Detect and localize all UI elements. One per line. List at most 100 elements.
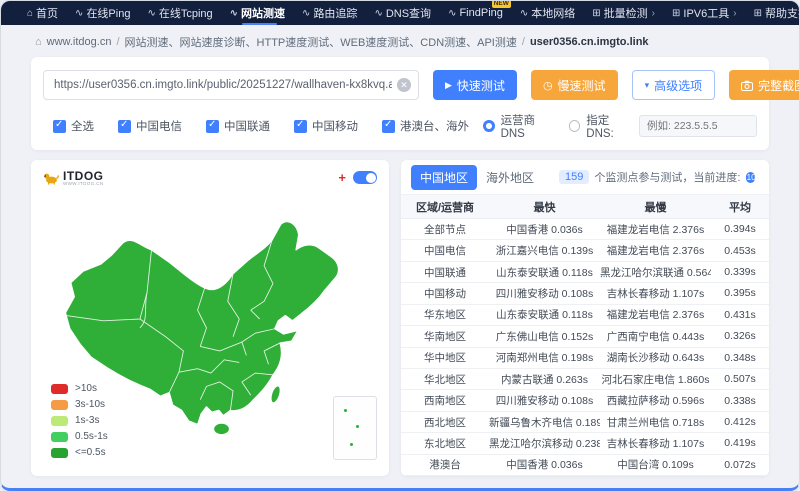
- table-row: 中国电信 浙江嘉兴电信 0.139s 福建龙岩电信 2.376s 0.453s: [401, 240, 769, 262]
- slowest-cell: 中国台湾 0.109s: [617, 459, 694, 472]
- nav-item-label: IPV6工具: [683, 8, 730, 20]
- breadcrumb-section[interactable]: 网站测速、网站速度诊断、HTTP速度测试、WEB速度测试、CDN测速、API测速: [125, 34, 517, 50]
- home-icon: ⌂: [27, 7, 34, 19]
- carrier-checkbox-中国联通[interactable]: 中国联通: [206, 118, 270, 134]
- slowest-cell: 甘肃兰州电信 0.718s: [606, 416, 705, 429]
- carrier-checkbox-港澳台、海外[interactable]: 港澳台、海外: [382, 118, 469, 134]
- carrier-checkbox-中国电信[interactable]: 中国电信: [118, 118, 182, 134]
- tab-china[interactable]: 中国地区: [411, 164, 478, 190]
- nav-item-帮助支持[interactable]: ⊞帮助支持›: [753, 1, 799, 25]
- custom-dns-radio[interactable]: [569, 120, 581, 132]
- region-cell: 中国联通: [424, 266, 466, 279]
- map-toggle[interactable]: [353, 171, 377, 184]
- carrier-checkboxes: 全选 中国电信 中国联通 中国移动 港澳台、海外: [43, 118, 483, 134]
- table-row: 港澳台 中国香港 0.036s 中国台湾 0.109s 0.072s: [401, 455, 769, 476]
- slowest-cell: 福建龙岩电信 2.376s: [606, 245, 705, 258]
- progress-bar: 100%: [746, 171, 755, 183]
- test-form-card: ✕ ▶ 快速测试 ◷ 慢速测试 ▾ 高级选项 完整截图: [31, 57, 799, 150]
- nav-item-label: 在线Ping: [86, 8, 131, 20]
- dns-options: 运营商DNS 指定DNS:: [483, 112, 758, 140]
- map-marker-icon[interactable]: +: [338, 171, 346, 184]
- screenshot-button[interactable]: 完整截图: [729, 70, 799, 100]
- legend-label: 3s-10s: [75, 399, 106, 410]
- avg-cell: 0.395s: [724, 287, 756, 300]
- legend-label: >10s: [75, 383, 97, 394]
- legend-swatch: [51, 415, 68, 426]
- slowest-cell: 河北石家庄电信 1.860s: [601, 373, 710, 386]
- legend-label: 0.5s-1s: [75, 431, 108, 442]
- nav-item-路由追踪[interactable]: ∿ 路由追踪: [302, 1, 357, 25]
- page: ⌂ 首页 ∿ 在线Ping ∿ 在线Tcping ∿ 网站测速 ∿ 路由追踪 ∿ DNS查询 ∿ Find…: [0, 0, 800, 491]
- region-cell: 华中地区: [424, 352, 466, 365]
- slow-test-button[interactable]: ◷ 慢速测试: [530, 70, 618, 100]
- carrier-checkbox-中国移动[interactable]: 中国移动: [294, 118, 358, 134]
- chevron-right-icon: ›: [733, 7, 737, 19]
- grid-icon: ⊞: [592, 7, 601, 19]
- nav-item-FindPing[interactable]: ∿ FindPing NEW: [448, 1, 511, 25]
- carrier-label: 中国联通: [224, 121, 270, 133]
- advanced-options-button[interactable]: ▾ 高级选项: [631, 70, 716, 100]
- table-body: 全部节点 中国香港 0.036s 福建龙岩电信 2.376s 0.394s 中国电信 浙江…: [401, 219, 769, 476]
- fastest-cell: 浙江嘉兴电信 0.139s: [495, 245, 594, 258]
- breadcrumb-separator: /: [521, 36, 525, 48]
- avg-cell: 0.419s: [724, 437, 756, 450]
- breadcrumb: ⌂ www.itdog.cn / 网站测速、网站速度诊断、HTTP速度测试、WE…: [1, 25, 799, 57]
- slowest-cell: 黑龙江哈尔滨联通 0.564s: [600, 266, 711, 279]
- slowest-cell: 西藏拉萨移动 0.596s: [606, 395, 705, 408]
- legend-swatch: [51, 399, 68, 410]
- nav-item-label: 本地网络: [531, 8, 576, 20]
- region-cell: 港澳台: [429, 459, 461, 472]
- legend-item: >10s: [51, 383, 108, 394]
- nav-item-DNS查询[interactable]: ∿ DNS查询: [374, 1, 431, 25]
- carrier-label: 港澳台、海外: [400, 121, 469, 133]
- url-input[interactable]: [43, 70, 419, 100]
- legend-label: <=0.5s: [75, 447, 106, 458]
- fastest-cell: 中国香港 0.036s: [506, 459, 583, 472]
- nav-item-首页[interactable]: ⌂ 首页: [27, 1, 58, 25]
- legend-label: 1s-3s: [75, 415, 100, 426]
- grid-icon: ⊞: [753, 7, 762, 19]
- itdog-logo: ITDOG WWW.ITDOG.CN: [43, 170, 104, 187]
- fastest-cell: 黑龙江哈尔滨移动 0.238s: [489, 437, 600, 450]
- avg-cell: 0.431s: [724, 308, 756, 321]
- region-cell: 华南地区: [424, 330, 466, 343]
- legend-item: 0.5s-1s: [51, 431, 108, 442]
- clear-input-icon[interactable]: ✕: [397, 78, 411, 92]
- nav-item-在线Tcping[interactable]: ∿ 在线Tcping: [147, 1, 212, 25]
- table-row: 华东地区 山东泰安联通 0.118s 福建龙岩电信 2.376s 0.431s: [401, 305, 769, 327]
- region-cell: 华东地区: [424, 309, 466, 322]
- custom-dns-input[interactable]: [639, 115, 758, 137]
- checkbox-checked-icon: [53, 119, 66, 133]
- table-row: 西南地区 四川雅安移动 0.108s 西藏拉萨移动 0.596s 0.338s: [401, 390, 769, 412]
- nav-item-网站测速[interactable]: ∿ 网站测速: [230, 1, 285, 25]
- col-region: 区域/运营商: [415, 201, 475, 214]
- avg-cell: 0.453s: [724, 244, 756, 257]
- region-cell: 东北地区: [424, 437, 466, 450]
- breadcrumb-site[interactable]: www.itdog.cn: [47, 36, 112, 48]
- fastest-cell: 中国香港 0.036s: [506, 223, 583, 236]
- fastest-cell: 山东泰安联通 0.118s: [496, 309, 593, 322]
- results-table: 区域/运营商 最快 最慢 平均 全部节点 中国香港 0.036s 福建龙岩电信 2.…: [401, 195, 769, 476]
- slowest-cell: 福建龙岩电信 2.376s: [606, 309, 705, 322]
- map-panel: ITDOG WWW.ITDOG.CN + >10s 3s-10s 1s-3s 0…: [31, 160, 389, 476]
- nav-item-IPV6工具[interactable]: ⊞ IPV6工具 ›: [672, 1, 737, 25]
- table-row: 华中地区 河南郑州电信 0.198s 湖南长沙移动 0.643s 0.348s: [401, 348, 769, 369]
- play-icon: ▶: [445, 79, 452, 90]
- screenshot-label: 完整截图: [758, 78, 799, 93]
- tab-overseas[interactable]: 海外地区: [477, 165, 543, 190]
- table-row: 全部节点 中国香港 0.036s 福建龙岩电信 2.376s 0.394s: [401, 219, 769, 241]
- avg-cell: 0.412s: [724, 416, 756, 428]
- fastest-cell: 四川雅安移动 0.108s: [495, 395, 594, 408]
- nav-item-在线Ping[interactable]: ∿ 在线Ping: [75, 1, 130, 25]
- carrier-checkbox-全选[interactable]: 全选: [53, 118, 94, 134]
- nav-item-批量检测[interactable]: ⊞ 批量检测 ›: [592, 1, 655, 25]
- col-average: 平均: [729, 201, 751, 214]
- breadcrumb-separator: /: [116, 36, 120, 48]
- operator-dns-radio[interactable]: [483, 120, 495, 132]
- fast-test-button[interactable]: ▶ 快速测试: [433, 70, 517, 100]
- fastest-cell: 山东泰安联通 0.118s: [496, 266, 593, 279]
- table-row: 东北地区 黑龙江哈尔滨移动 0.238s 吉林长春移动 1.107s 0.419s: [401, 433, 769, 455]
- legend-item: <=0.5s: [51, 447, 108, 458]
- fastest-cell: 内蒙古联通 0.263s: [501, 373, 588, 386]
- nav-item-本地网络[interactable]: ∿ 本地网络: [520, 1, 575, 25]
